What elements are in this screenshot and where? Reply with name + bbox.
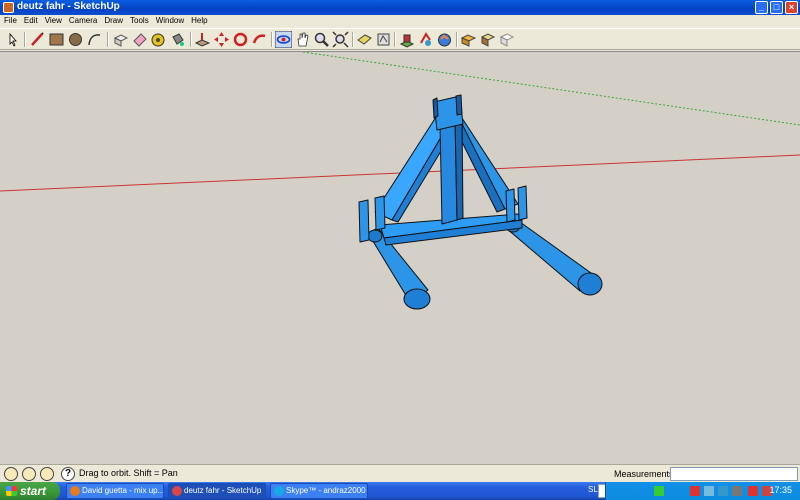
- user-icon[interactable]: [40, 467, 54, 481]
- follow-me-icon[interactable]: [251, 31, 268, 48]
- window-title: deutz fahr - SketchUp: [17, 1, 120, 12]
- push-pull-icon[interactable]: [194, 31, 211, 48]
- arrow-icon[interactable]: [654, 486, 664, 496]
- large-toolset: [0, 29, 800, 50]
- move-tool-icon[interactable]: [213, 31, 230, 48]
- menu-draw[interactable]: Draw: [100, 15, 126, 28]
- section-plane-icon[interactable]: [460, 31, 477, 48]
- rectangle-tool-icon[interactable]: [48, 31, 65, 48]
- firefox-icon: [70, 486, 80, 496]
- status-bar: ? Drag to orbit. Shift = Pan Measurement…: [0, 464, 800, 482]
- rotate-tool-icon[interactable]: [232, 31, 249, 48]
- task-sketchup[interactable]: deutz fahr - SketchUp: [168, 483, 266, 499]
- circle-tool-icon[interactable]: [67, 31, 84, 48]
- credits-icon[interactable]: [22, 467, 36, 481]
- start-button[interactable]: start: [0, 482, 60, 500]
- task-label: Skype™ - andraz2000: [286, 486, 366, 495]
- volume-icon[interactable]: [732, 486, 742, 496]
- tray-app-icon[interactable]: [690, 486, 700, 496]
- task-firefox[interactable]: David guetta - mix up...: [66, 483, 164, 499]
- task-label: deutz fahr - SketchUp: [184, 486, 262, 495]
- share-model-icon[interactable]: [436, 31, 453, 48]
- menu-tools[interactable]: Tools: [126, 15, 152, 28]
- zoom-extents-icon[interactable]: [332, 31, 349, 48]
- model-viewport[interactable]: [0, 51, 800, 464]
- previous-view-icon[interactable]: [356, 31, 373, 48]
- status-hint: Drag to orbit. Shift = Pan: [79, 468, 178, 478]
- maximize-button[interactable]: □: [770, 1, 783, 14]
- pan-tool-icon[interactable]: [294, 31, 311, 48]
- green-axis: [302, 52, 800, 126]
- menu-window[interactable]: Window: [152, 15, 187, 28]
- start-label: start: [20, 484, 47, 498]
- next-view-icon[interactable]: [375, 31, 392, 48]
- minimize-button[interactable]: _: [755, 1, 768, 14]
- sketchup-app-icon: [3, 2, 14, 13]
- arc-tool-icon[interactable]: [86, 31, 103, 48]
- title-bar[interactable]: deutz fahr - SketchUp _ □ ×: [0, 0, 800, 15]
- measurements-field[interactable]: [670, 467, 798, 481]
- clock[interactable]: 17:35: [769, 485, 792, 495]
- model-canvas[interactable]: [0, 52, 800, 464]
- menu-file[interactable]: File: [0, 15, 20, 28]
- windows-logo-icon: [6, 486, 17, 496]
- measurements-label: Measurements: [614, 469, 674, 479]
- skype-tray-icon[interactable]: [718, 486, 728, 496]
- language-indicator[interactable]: SL: [588, 485, 598, 494]
- menu-camera[interactable]: Camera: [65, 15, 100, 28]
- materials-icon[interactable]: [498, 31, 515, 48]
- sketchup-window: deutz fahr - SketchUp _ □ × File Edit Vi…: [0, 0, 800, 482]
- menu-help[interactable]: Help: [187, 15, 210, 28]
- network-icon[interactable]: [704, 486, 714, 496]
- task-skype[interactable]: Skype™ - andraz2000: [270, 483, 368, 499]
- menu-bar: File Edit View Camera Draw Tools Window …: [0, 15, 800, 29]
- hitch-frame-model: [358, 94, 603, 310]
- antivirus-icon[interactable]: [748, 486, 758, 496]
- orbit-tool-icon[interactable]: [274, 30, 293, 49]
- make-component-icon[interactable]: [112, 31, 129, 48]
- geo-location-icon[interactable]: [4, 467, 18, 481]
- paint-bucket-icon[interactable]: [169, 31, 186, 48]
- line-tool-icon[interactable]: [29, 31, 46, 48]
- menu-edit[interactable]: Edit: [20, 15, 41, 28]
- taskbar: start David guetta - mix up... deutz fah…: [0, 482, 800, 500]
- skype-icon: [274, 486, 284, 496]
- google-earth-icon[interactable]: [398, 31, 415, 48]
- sketchup-icon: [172, 486, 182, 496]
- eraser-tool-icon[interactable]: [131, 31, 148, 48]
- task-label: David guetta - mix up...: [82, 486, 164, 495]
- close-button[interactable]: ×: [785, 1, 798, 14]
- select-tool-icon[interactable]: [4, 31, 21, 48]
- get-models-icon[interactable]: [417, 31, 434, 48]
- menu-view[interactable]: View: [41, 15, 65, 28]
- zoom-tool-icon[interactable]: [313, 31, 330, 48]
- system-tray: 17:35: [605, 482, 800, 500]
- components-icon[interactable]: [479, 31, 496, 48]
- help-icon[interactable]: ?: [61, 467, 75, 481]
- tape-measure-icon[interactable]: [150, 31, 167, 48]
